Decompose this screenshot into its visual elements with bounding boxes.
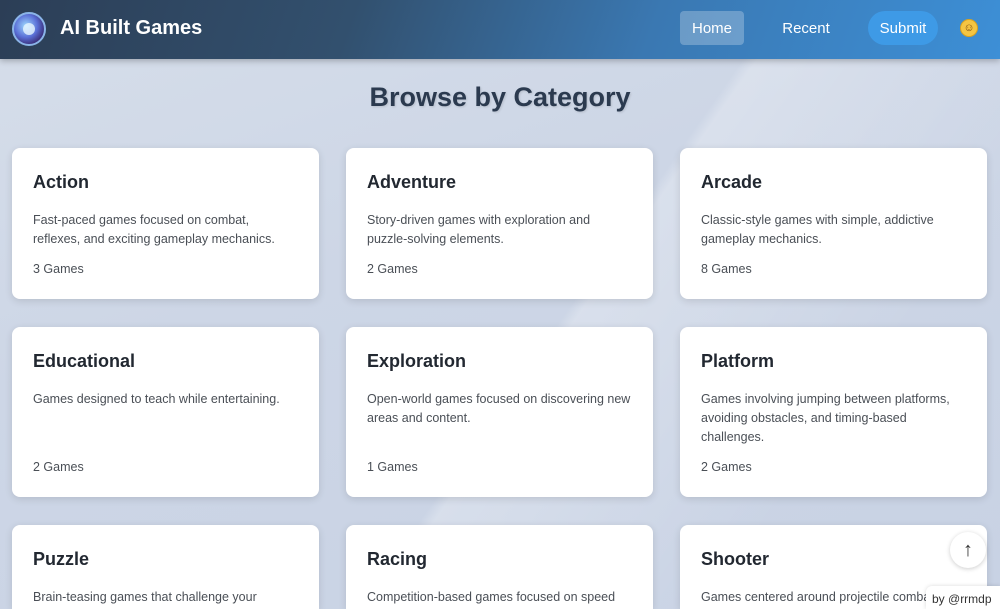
site-title[interactable]: AI Built Games <box>60 17 202 40</box>
category-count: 2 Games <box>367 262 418 276</box>
category-card-puzzle[interactable]: Puzzle Brain-teasing games that challeng… <box>12 525 319 609</box>
category-title: Action <box>33 172 89 192</box>
category-count: 8 Games <box>701 262 752 276</box>
smiley-icon[interactable]: ☺ <box>960 19 978 37</box>
author-credit[interactable]: by @rrmdp <box>926 586 1000 609</box>
category-card-arcade[interactable]: Arcade Classic-style games with simple, … <box>680 148 987 299</box>
category-title: Shooter <box>701 549 770 569</box>
category-card-adventure[interactable]: Adventure Story-driven games with explor… <box>346 148 653 299</box>
category-title: Platform <box>701 351 775 371</box>
category-count: 2 Games <box>701 460 752 474</box>
category-description: Classic-style games with simple, addicti… <box>701 213 934 246</box>
category-card-educational[interactable]: Educational Games designed to teach whil… <box>12 327 319 497</box>
category-title: Adventure <box>367 172 457 192</box>
robot-logo-icon[interactable] <box>12 12 46 46</box>
category-description: Open-world games focused on discovering … <box>367 392 631 425</box>
category-card-platform[interactable]: Platform Games involving jumping between… <box>680 327 987 497</box>
arrow-up-icon: ↑ <box>963 538 973 561</box>
category-description: Brain-teasing games that challenge your <box>33 590 257 604</box>
category-description: Games involving jumping between platform… <box>701 392 950 444</box>
category-title: Racing <box>367 549 428 569</box>
category-description: Competition-based games focused on speed <box>367 590 616 604</box>
category-description: Games designed to teach while entertaini… <box>33 392 280 406</box>
category-count: 3 Games <box>33 262 84 276</box>
category-card-action[interactable]: Action Fast-paced games focused on comba… <box>12 148 319 299</box>
category-count: 1 Games <box>367 460 418 474</box>
category-description: Story-driven games with exploration and … <box>367 213 591 246</box>
scroll-to-top-button[interactable]: ↑ <box>950 532 986 568</box>
site-header: AI Built Games Home Recent Submit ☺ <box>0 0 1000 59</box>
nav-home-button[interactable]: Home <box>680 11 744 45</box>
category-title: Educational <box>33 351 136 371</box>
category-title: Arcade <box>701 172 763 192</box>
category-card-racing[interactable]: Racing Competition-based games focused o… <box>346 525 653 609</box>
page-title: Browse by Category <box>369 82 631 112</box>
category-count: 2 Games <box>33 460 84 474</box>
category-title: Puzzle <box>33 549 90 569</box>
category-description: Fast-paced games focused on combat, refl… <box>33 213 275 246</box>
nav-recent-button[interactable]: Recent <box>774 11 838 45</box>
category-title: Exploration <box>367 351 467 371</box>
category-card-exploration[interactable]: Exploration Open-world games focused on … <box>346 327 653 497</box>
nav-submit-button[interactable]: Submit <box>868 11 938 45</box>
